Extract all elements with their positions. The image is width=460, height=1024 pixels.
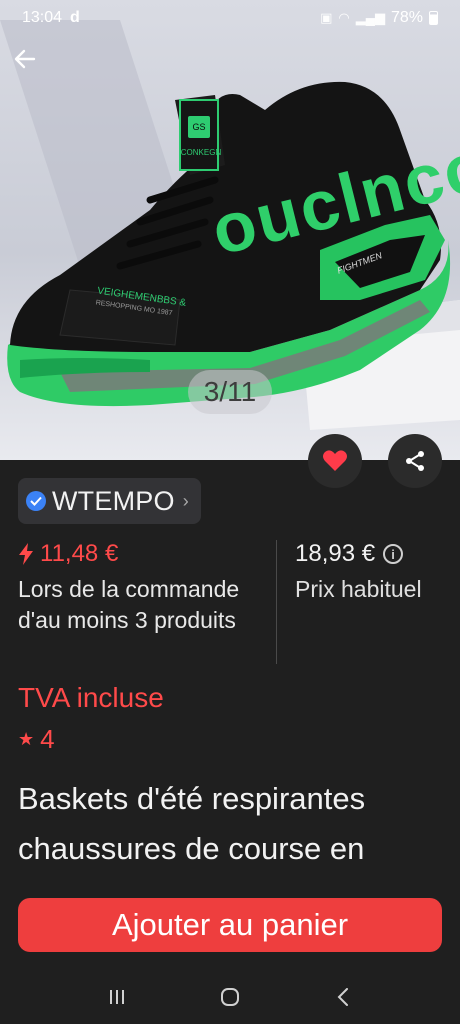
product-screen: GS CONKEGN ouclnco VEIGHEMENBBS & RESHOP… bbox=[0, 0, 460, 1024]
regular-price: 18,93 € bbox=[295, 540, 376, 567]
info-icon[interactable]: i bbox=[383, 544, 404, 564]
battery-icon bbox=[429, 11, 438, 25]
share-icon bbox=[406, 451, 424, 471]
nav-back-button[interactable] bbox=[323, 977, 363, 1017]
signal-icon: ▂▄▆ bbox=[355, 10, 385, 25]
chevron-right-icon: › bbox=[182, 490, 189, 511]
recents-button[interactable] bbox=[97, 977, 137, 1017]
carrier-glyph: d bbox=[70, 9, 80, 26]
add-to-cart-button[interactable]: Ajouter au panier bbox=[18, 898, 442, 952]
flash-price-block: 11,48 € Lors de la commande d'au moins 3… bbox=[18, 540, 268, 636]
verified-icon bbox=[26, 491, 46, 511]
shoe-tongue-text: CONKEGN bbox=[180, 148, 222, 157]
share-button[interactable] bbox=[388, 434, 442, 488]
star-icon: ★ bbox=[18, 729, 35, 749]
product-title: Baskets d'été respirantes chaussures de … bbox=[18, 781, 366, 866]
home-icon bbox=[220, 988, 239, 1006]
alarm-icon: ▣ bbox=[320, 10, 333, 25]
arrow-left-icon bbox=[14, 49, 36, 69]
regular-price-block: 18,93 € i Prix habituel bbox=[295, 540, 422, 603]
flash-price-note: Lors de la commande d'au moins 3 produit… bbox=[18, 576, 240, 633]
back-button[interactable] bbox=[14, 48, 50, 84]
flash-price: 11,48 € bbox=[40, 540, 119, 567]
rating[interactable]: ★ 4 bbox=[18, 724, 55, 755]
recents-icon bbox=[109, 990, 124, 1004]
wifi-icon: ◠ bbox=[338, 10, 350, 25]
system-nav-bar bbox=[0, 970, 460, 1024]
rating-value: 4 bbox=[40, 724, 55, 754]
regular-price-label: Prix habituel bbox=[295, 576, 422, 602]
vat-label: TVA incluse bbox=[18, 682, 164, 713]
shoe-tongue-badge: GS bbox=[188, 116, 210, 138]
battery-percent: 78% bbox=[390, 9, 423, 26]
status-bar: 13:04 d ▣ ◠ ▂▄▆ 78% bbox=[0, 0, 460, 36]
flash-icon bbox=[19, 543, 33, 565]
status-time: 13:04 bbox=[22, 9, 63, 26]
image-counter: 3/11 bbox=[188, 370, 272, 414]
back-nav-icon bbox=[337, 988, 349, 1006]
wishlist-button[interactable] bbox=[308, 434, 362, 488]
store-chip[interactable]: WTEMPO › bbox=[18, 478, 201, 524]
product-image[interactable]: GS CONKEGN ouclnco VEIGHEMENBBS & RESHOP… bbox=[0, 0, 460, 460]
heart-icon bbox=[323, 450, 347, 471]
price-divider bbox=[276, 540, 277, 664]
home-button[interactable] bbox=[210, 977, 250, 1017]
store-name: WTEMPO bbox=[52, 485, 175, 516]
